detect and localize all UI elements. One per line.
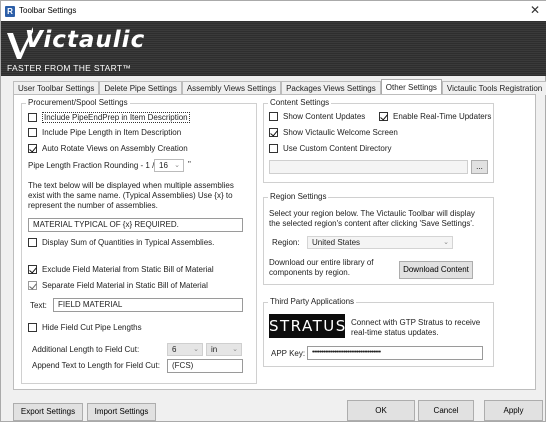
checkbox-label: Show Content Updates	[283, 112, 366, 121]
checkbox-box[interactable]	[28, 323, 37, 332]
text-label: Text:	[30, 301, 47, 310]
tab-packages-views-settings[interactable]: Packages Views Settings	[281, 81, 381, 95]
field-material-text-input[interactable]: FIELD MATERIAL	[53, 298, 243, 312]
region-description-line1: Select your region below. The Victaulic …	[269, 209, 475, 218]
checkbox-box[interactable]	[28, 281, 37, 290]
chevron-down-icon: ⌄	[174, 162, 180, 169]
stratus-description-line1: Connect with GTP Stratus to receive	[351, 318, 481, 327]
checkbox-label: Show Victaulic Welcome Screen	[283, 128, 398, 137]
additional-length-unit-select[interactable]: in ⌄	[206, 343, 242, 356]
tab-victaulic-tools-registration[interactable]: Victaulic Tools Registration	[441, 81, 546, 95]
region-select[interactable]: United States ⌄	[307, 236, 453, 249]
hide-field-cut-checkbox[interactable]: Hide Field Cut Pipe Lengths	[28, 323, 142, 332]
victaulic-logo-text: Victaulic	[25, 27, 146, 53]
typical-description-line2: exist with the same name. (Typical Assem…	[28, 191, 233, 200]
checkbox-label: Separate Field Material in Static Bill o…	[42, 281, 208, 290]
auto-rotate-checkbox[interactable]: Auto Rotate Views on Assembly Creation	[28, 144, 188, 153]
checkbox-label: Include Pipe Length in Item Description	[42, 128, 182, 137]
checkbox-box[interactable]	[28, 144, 37, 153]
checkbox-box[interactable]	[269, 112, 278, 121]
app-icon: R	[5, 6, 15, 17]
region-description-line2: the selected region's content after clic…	[269, 219, 475, 228]
show-welcome-screen-checkbox[interactable]: Show Victaulic Welcome Screen	[269, 128, 398, 137]
stratus-description-line2: real-time status updates.	[351, 328, 439, 337]
download-content-button[interactable]: Download Content	[399, 261, 473, 279]
custom-content-directory-checkbox[interactable]: Use Custom Content Directory	[269, 144, 391, 153]
additional-length-label: Additional Length to Field Cut:	[32, 345, 140, 354]
checkbox-label: Include PipeEndPrep in Item Description	[42, 112, 190, 123]
checkbox-box[interactable]	[28, 238, 37, 247]
cancel-button[interactable]: Cancel	[418, 400, 474, 421]
tab-delete-pipe-settings[interactable]: Delete Pipe Settings	[99, 81, 182, 95]
checkbox-label: Auto Rotate Views on Assembly Creation	[42, 144, 188, 153]
checkbox-box[interactable]	[28, 128, 37, 137]
tab-assembly-views-settings[interactable]: Assembly Views Settings	[181, 81, 282, 95]
tab-other-settings[interactable]: Other Settings	[380, 79, 442, 95]
rounding-label: Pipe Length Fraction Rounding - 1 /	[28, 161, 155, 170]
checkbox-label: Use Custom Content Directory	[283, 144, 392, 153]
close-icon[interactable]: ✕	[529, 3, 541, 17]
additional-length-value: 6	[172, 345, 177, 354]
include-pipe-length-checkbox[interactable]: Include Pipe Length in Item Description	[28, 128, 181, 137]
include-pipeendprep-checkbox[interactable]: Include PipeEndPrep in Item Description	[28, 112, 190, 123]
rounding-unit: "	[188, 160, 191, 169]
additional-length-select[interactable]: 6 ⌄	[167, 343, 203, 356]
download-description-line1: Download our entire library of	[269, 258, 374, 267]
append-text-label: Append Text to Length for Field Cut:	[32, 361, 160, 370]
window-title: Toolbar Settings	[19, 6, 77, 15]
app-key-input[interactable]: •••••••••••••••••••••••••••••••••••••	[307, 346, 483, 360]
region-group-title: Region Settings	[268, 192, 329, 201]
victaulic-banner: Victaulic FASTER FROM THE START™	[1, 21, 546, 76]
checkbox-box[interactable]	[269, 144, 278, 153]
enable-realtime-updaters-checkbox[interactable]: Enable Real-Time Updaters	[379, 112, 491, 121]
procurement-group-title: Procurement/Spool Settings	[26, 98, 130, 107]
stratus-logo: STRATUS	[269, 314, 345, 338]
checkbox-box[interactable]	[269, 128, 278, 137]
typical-description-line3: represent the number of assemblies.	[28, 201, 158, 210]
title-bar: R Toolbar Settings ✕	[1, 1, 546, 21]
tab-user-toolbar-settings[interactable]: User Toolbar Settings	[13, 81, 100, 95]
checkbox-label: Enable Real-Time Updaters	[393, 112, 492, 121]
chevron-down-icon: ⌄	[193, 346, 199, 353]
export-settings-button[interactable]: Export Settings	[13, 403, 83, 421]
checkbox-box[interactable]	[28, 265, 37, 274]
app-key-label: APP Key:	[271, 349, 306, 358]
append-text-input[interactable]: (FCS)	[167, 359, 243, 373]
browse-directory-button[interactable]: ...	[471, 160, 488, 174]
settings-tabs: User Toolbar Settings Delete Pipe Settin…	[13, 79, 546, 95]
download-description-line2: components by region.	[269, 268, 350, 277]
chevron-down-icon: ⌄	[443, 239, 449, 246]
region-label: Region:	[272, 238, 300, 247]
typical-description-line1: The text below will be displayed when mu…	[28, 181, 234, 190]
checkbox-label: Display Sum of Quantities in Typical Ass…	[42, 238, 215, 247]
rounding-select[interactable]: 16 ⌄	[154, 159, 184, 172]
separate-field-material-checkbox[interactable]: Separate Field Material in Static Bill o…	[28, 281, 208, 290]
toolbar-settings-window: R Toolbar Settings ✕ Victaulic FASTER FR…	[0, 0, 546, 422]
typical-text-input[interactable]: MATERIAL TYPICAL OF {x} REQUIRED.	[28, 218, 243, 232]
checkbox-label: Exclude Field Material from Static Bill …	[42, 265, 214, 274]
banner-tagline: FASTER FROM THE START™	[7, 63, 132, 73]
custom-directory-input[interactable]	[269, 160, 468, 174]
additional-length-unit: in	[211, 345, 218, 354]
ok-button[interactable]: OK	[347, 400, 415, 421]
checkbox-box[interactable]	[379, 112, 388, 121]
region-value: United States	[312, 238, 361, 247]
third-party-group-title: Third Party Applications	[268, 297, 357, 306]
import-settings-button[interactable]: Import Settings	[87, 403, 156, 421]
chevron-down-icon: ⌄	[232, 346, 238, 353]
apply-button[interactable]: Apply	[484, 400, 543, 421]
content-group-title: Content Settings	[268, 98, 332, 107]
checkbox-label: Hide Field Cut Pipe Lengths	[42, 323, 142, 332]
exclude-field-material-checkbox[interactable]: Exclude Field Material from Static Bill …	[28, 265, 214, 274]
rounding-value: 16	[159, 161, 168, 170]
checkbox-box[interactable]	[28, 113, 37, 122]
display-sum-checkbox[interactable]: Display Sum of Quantities in Typical Ass…	[28, 238, 214, 247]
show-content-updates-checkbox[interactable]: Show Content Updates	[269, 112, 365, 121]
